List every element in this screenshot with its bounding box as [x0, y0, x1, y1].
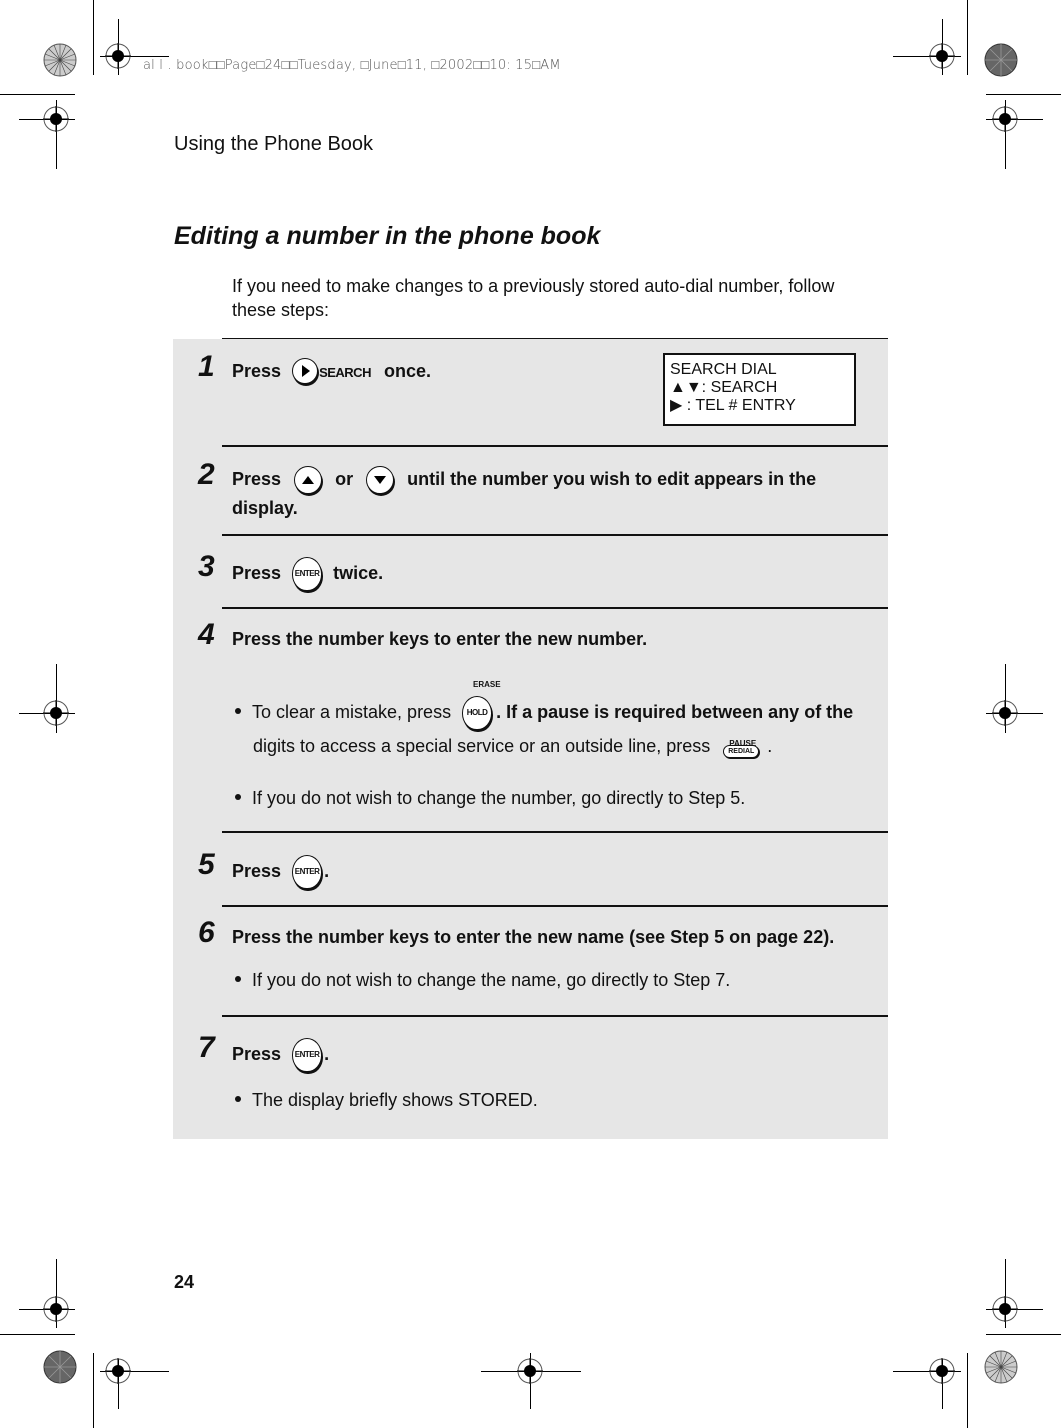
enter-key-icon: ENTER: [292, 855, 323, 889]
color-bar-rose-icon: [43, 43, 77, 77]
step-number: 7: [198, 1031, 215, 1064]
crop-line: [93, 1353, 94, 1428]
page-number: 24: [174, 1272, 195, 1292]
color-bar-rose-icon: [984, 43, 1018, 77]
enter-key-icon: ENTER: [292, 1038, 323, 1072]
registration-mark-icon: [929, 43, 955, 69]
registration-mark-icon: [43, 1296, 69, 1322]
bullet-continuation: digits to access a special service or an…: [253, 734, 772, 760]
step-label: Press: [232, 361, 282, 381]
step-label: Press: [232, 860, 282, 881]
registration-mark-icon: [105, 1358, 131, 1384]
step-number: 6: [198, 916, 215, 949]
crop-line: [0, 1334, 75, 1335]
registration-mark-icon: [992, 106, 1018, 132]
step-label: Press: [232, 562, 282, 583]
step-number: 1: [198, 350, 215, 383]
crop-line: [0, 94, 75, 95]
step-number: 4: [198, 618, 215, 651]
lcd-line: ▶ : TEL # ENTRY: [670, 397, 796, 414]
crop-line: [93, 0, 94, 75]
redial-key-icon: REDIAL: [723, 745, 760, 759]
step-number: 3: [198, 550, 215, 583]
step-label: Press the number keys to enter the new n…: [232, 629, 648, 649]
bullet-item: If you do not wish to change the name, g…: [235, 968, 730, 992]
crop-line: [967, 1353, 968, 1428]
step-label: once.: [383, 361, 431, 381]
divider: [222, 1015, 888, 1017]
bullet-icon: [235, 794, 241, 801]
step-number: 5: [198, 848, 215, 881]
bullet-icon: [235, 708, 241, 714]
registration-mark-icon: [992, 1296, 1018, 1322]
step-label: twice.: [333, 562, 384, 583]
search-key-label: SEARCH: [319, 365, 371, 381]
lcd-line: ▲▼: SEARCH: [670, 379, 778, 396]
intro-paragraph: If you need to make changes to a previou…: [232, 276, 835, 320]
print-info-slug: al l . book□□Page□24□□Tuesday, □June□11,…: [143, 58, 561, 73]
registration-mark-icon: [517, 1358, 543, 1384]
color-bar-rose-icon: [984, 1350, 1018, 1384]
bullet-icon: [235, 1096, 241, 1103]
search-key: SEARCH: [292, 357, 371, 387]
step-label: Press: [232, 1043, 282, 1064]
divider: [222, 905, 888, 907]
step-number: 2: [198, 458, 215, 491]
bullet-item: The display briefly shows STORED.: [235, 1088, 538, 1112]
registration-mark-icon: [43, 106, 69, 132]
pause-redial-key: PAUSE REDIAL: [723, 734, 763, 760]
registration-mark-icon: [992, 700, 1018, 726]
registration-mark-icon: [105, 43, 131, 69]
section-title: Editing a number in the phone book: [174, 222, 601, 250]
bullet-item: To clear a mistake, press HOLD. If a pau…: [235, 696, 865, 730]
running-head: Using the Phone Book: [174, 133, 374, 155]
bullet-item: If you do not wish to change the number,…: [235, 786, 745, 810]
up-arrow-key-icon: [294, 466, 323, 495]
step-label: until the number you wish to edit appear…: [407, 469, 817, 489]
divider: [222, 445, 888, 447]
crop-line: [986, 1334, 1061, 1335]
crop-line: [986, 94, 1061, 95]
enter-key-icon: ENTER: [292, 557, 323, 591]
crop-line: [967, 0, 968, 75]
divider: [222, 607, 888, 609]
down-arrow-key-icon: [366, 466, 395, 495]
divider: [222, 338, 888, 339]
step-label: display.: [232, 498, 298, 519]
lcd-line: SEARCH DIAL: [670, 361, 777, 378]
hold-key-icon: HOLD: [462, 696, 493, 730]
divider: [222, 534, 888, 536]
registration-mark-icon: [929, 1358, 955, 1384]
erase-key-label: ERASE: [473, 680, 501, 689]
bullet-icon: [235, 976, 241, 983]
step-label: Press: [232, 469, 282, 489]
step-label: Press the number keys to enter the new n…: [232, 927, 835, 947]
color-bar-rose-icon: [43, 1350, 77, 1384]
step-label: or: [335, 469, 354, 489]
registration-mark-icon: [43, 700, 69, 726]
lcd-display: SEARCH DIAL ▲▼: SEARCH ▶ : TEL # ENTRY: [663, 353, 856, 426]
right-arrow-icon: [292, 358, 319, 385]
divider: [222, 831, 888, 833]
